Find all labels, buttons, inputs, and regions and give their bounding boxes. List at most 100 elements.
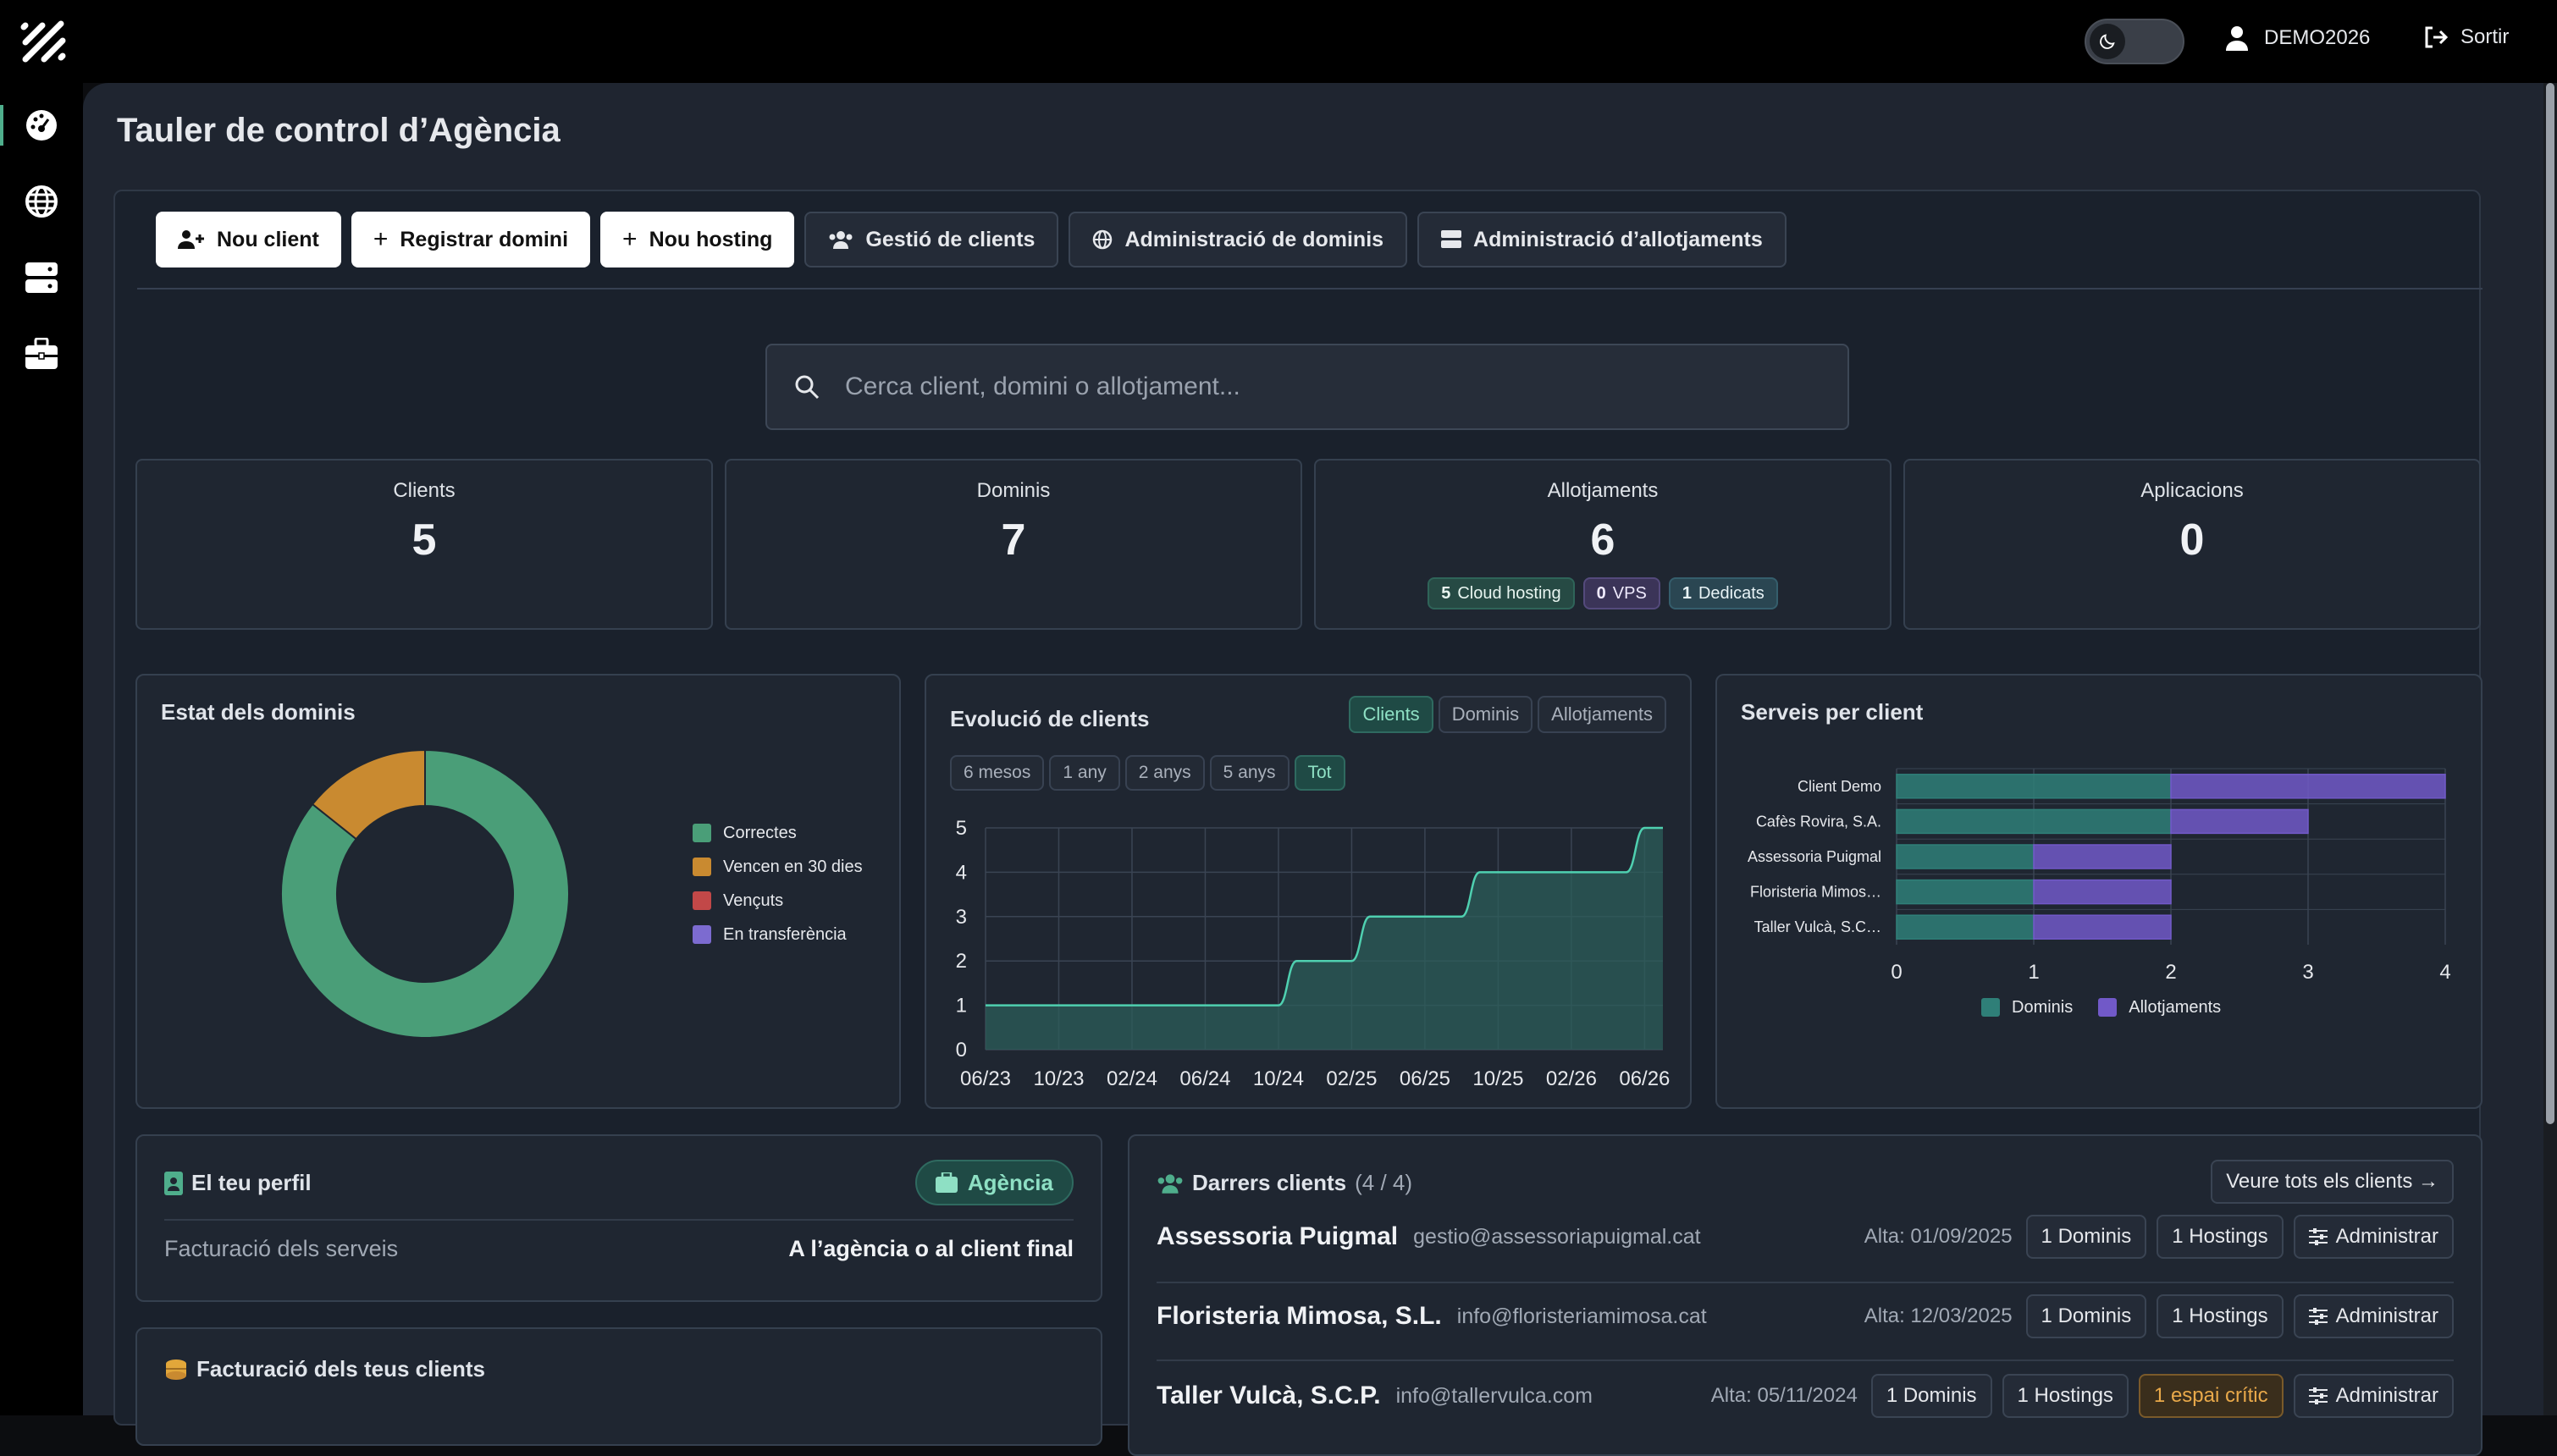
- legend-item-hosting[interactable]: Allotjaments: [2098, 990, 2221, 1024]
- client-name[interactable]: Floristeria Mimosa, S.L.: [1157, 1302, 1442, 1331]
- bar-dominis[interactable]: [1896, 808, 2172, 835]
- bar-allotjaments[interactable]: [2033, 879, 2172, 905]
- client-row: Assessoria Puigmal gestio@assessoriapuig…: [1157, 1207, 2454, 1266]
- bar-dominis[interactable]: [1896, 879, 2035, 905]
- administer-button[interactable]: Administrar: [2293, 1374, 2454, 1418]
- manage-clients-button[interactable]: Gestió de clients: [804, 212, 1059, 267]
- manage-domains-button[interactable]: Administració de dominis: [1069, 212, 1408, 267]
- client-name[interactable]: Taller Vulcà, S.C.P.: [1157, 1382, 1381, 1410]
- x-tick-label: 02/26: [1546, 1067, 1597, 1090]
- client-name[interactable]: Assessoria Puigmal: [1157, 1222, 1398, 1251]
- stat-card-hosting: Allotjaments 6 5 Cloud hosting 0 VPS 1 Dedi…: [1314, 459, 1892, 630]
- sliders-icon: [2308, 1308, 2328, 1325]
- sliders-icon: [2308, 1387, 2328, 1404]
- y-tick-label: 1: [956, 995, 967, 1018]
- domains-count-badge[interactable]: 1 Dominis: [2025, 1215, 2147, 1259]
- new-hosting-label: Nou hosting: [649, 227, 773, 251]
- sidebar-item-agency[interactable]: [0, 322, 83, 386]
- profile-title: El teu perfil: [164, 1170, 312, 1196]
- legend-item-expired[interactable]: Vençuts: [693, 884, 863, 918]
- client-row: Taller Vulcà, S.C.P. info@tallervulca.co…: [1157, 1366, 2454, 1426]
- range-6-months[interactable]: 6 mesos: [950, 755, 1045, 791]
- bar-dominis[interactable]: [1896, 774, 2172, 799]
- sidebar-item-domains[interactable]: [0, 169, 83, 234]
- divider: [1157, 1282, 2454, 1283]
- cloud-hosting-badge: 5 Cloud hosting: [1428, 577, 1575, 609]
- id-badge-icon: [164, 1171, 183, 1195]
- coins-icon: [166, 1359, 186, 1380]
- legend-item-correct[interactable]: Correctes: [693, 816, 863, 850]
- bar-allotjaments[interactable]: [2033, 914, 2172, 940]
- hostings-count-badge[interactable]: 1 Hostings: [2157, 1215, 2284, 1259]
- billing-label: Facturació dels serveis: [164, 1236, 399, 1261]
- dashboard-panel: Nou client + Registrar domini + Nou host…: [113, 190, 2482, 1456]
- user-icon: [2226, 26, 2248, 51]
- card-title: Evolució de clients: [950, 706, 1150, 731]
- x-tick-label: 2: [2165, 961, 2176, 984]
- range-1-year[interactable]: 1 any: [1049, 755, 1120, 791]
- logout-icon: [2425, 26, 2449, 48]
- x-tick-label: 02/24: [1107, 1067, 1157, 1090]
- legend-item-domains[interactable]: Dominis: [1981, 990, 2073, 1024]
- new-client-label: Nou client: [217, 227, 319, 251]
- y-tick-label: Assessoria Puigmal: [1748, 848, 1881, 865]
- range-2-years[interactable]: 2 anys: [1124, 755, 1205, 791]
- card-title: Serveis per client: [1741, 699, 1924, 725]
- manage-hosting-button[interactable]: Administració d’allotjaments: [1417, 212, 1787, 267]
- stat-value: 5: [411, 516, 437, 565]
- range-5-years[interactable]: 5 anys: [1209, 755, 1290, 791]
- search-box[interactable]: Cerca client, domini o allotjament...: [765, 344, 1849, 430]
- domains-count-badge[interactable]: 1 Dominis: [2025, 1294, 2147, 1338]
- legend-item-expiring[interactable]: Vencen en 30 dies: [693, 850, 863, 884]
- tab-clients[interactable]: Clients: [1349, 696, 1433, 733]
- dashboard-icon: [26, 110, 57, 141]
- bar-allotjaments[interactable]: [2033, 844, 2172, 869]
- administer-button[interactable]: Administrar: [2293, 1294, 2454, 1338]
- hostings-count-badge[interactable]: 1 Hostings: [2157, 1294, 2284, 1338]
- bar-dominis[interactable]: [1896, 914, 2035, 940]
- sidebar-item-hosting[interactable]: [0, 245, 83, 310]
- x-tick-label: 3: [2302, 961, 2313, 984]
- tab-domains[interactable]: Dominis: [1438, 696, 1533, 733]
- y-tick-label: Floristeria Mimos…: [1750, 884, 1881, 901]
- agency-badge: Agència: [914, 1160, 1074, 1205]
- user-menu[interactable]: DEMO2026: [2225, 25, 2370, 51]
- new-hosting-button[interactable]: + Nou hosting: [600, 212, 795, 267]
- critical-space-badge[interactable]: 1 espai crític: [2138, 1374, 2284, 1418]
- client-signup-date: Alta: 05/11/2024: [1710, 1384, 1858, 1407]
- theme-toggle[interactable]: [2085, 19, 2184, 64]
- hostings-count-badge[interactable]: 1 Hostings: [2002, 1374, 2129, 1418]
- range-tabs: 6 mesos 1 any 2 anys 5 anys Tot: [950, 755, 1345, 791]
- scrollbar-thumb[interactable]: [2546, 83, 2554, 1124]
- search-input[interactable]: Cerca client, domini o allotjament...: [845, 372, 1240, 401]
- sidebar-item-dashboard[interactable]: [0, 93, 83, 157]
- domains-count-badge[interactable]: 1 Dominis: [1870, 1374, 1992, 1418]
- logout-button[interactable]: Sortir: [2423, 25, 2509, 49]
- action-toolbar: Nou client + Registrar domini + Nou host…: [156, 212, 1787, 267]
- y-tick-label: Taller Vulcà, S.C…: [1754, 918, 1881, 935]
- hosting-breakdown: 5 Cloud hosting 0 VPS 1 Dedicats: [1316, 577, 1890, 609]
- range-all[interactable]: Tot: [1294, 755, 1345, 791]
- new-client-button[interactable]: Nou client: [156, 212, 341, 267]
- page-scrollbar[interactable]: [2543, 83, 2557, 1415]
- stat-card-domains: Dominis 7: [725, 459, 1302, 630]
- stat-card-clients: Clients 5: [135, 459, 713, 630]
- stat-label: Aplicacions: [2140, 479, 2244, 502]
- user-name: DEMO2026: [2264, 26, 2371, 49]
- administer-button[interactable]: Administrar: [2293, 1215, 2454, 1259]
- briefcase-icon: [935, 1172, 958, 1193]
- brand-logo-icon[interactable]: [20, 19, 68, 64]
- tab-hosting[interactable]: Allotjaments: [1538, 696, 1666, 733]
- recent-clients-card: Darrers clients (4 / 4) Veure tots els c…: [1128, 1134, 2482, 1456]
- x-tick-label: 1: [2028, 961, 2039, 984]
- recent-clients-count: (4 / 4): [1355, 1170, 1413, 1195]
- legend-item-transfer[interactable]: En transferència: [693, 918, 863, 951]
- view-all-clients-button[interactable]: Veure tots els clients →: [2211, 1160, 2454, 1204]
- bar-allotjaments[interactable]: [2170, 774, 2446, 799]
- stat-label: Dominis: [976, 479, 1051, 502]
- manage-hosting-label: Administració d’allotjaments: [1473, 227, 1763, 251]
- bar-dominis[interactable]: [1896, 844, 2035, 869]
- register-domain-button[interactable]: + Registrar domini: [351, 212, 591, 267]
- bar-allotjaments[interactable]: [2170, 808, 2309, 835]
- card-title: Estat dels dominis: [161, 699, 356, 725]
